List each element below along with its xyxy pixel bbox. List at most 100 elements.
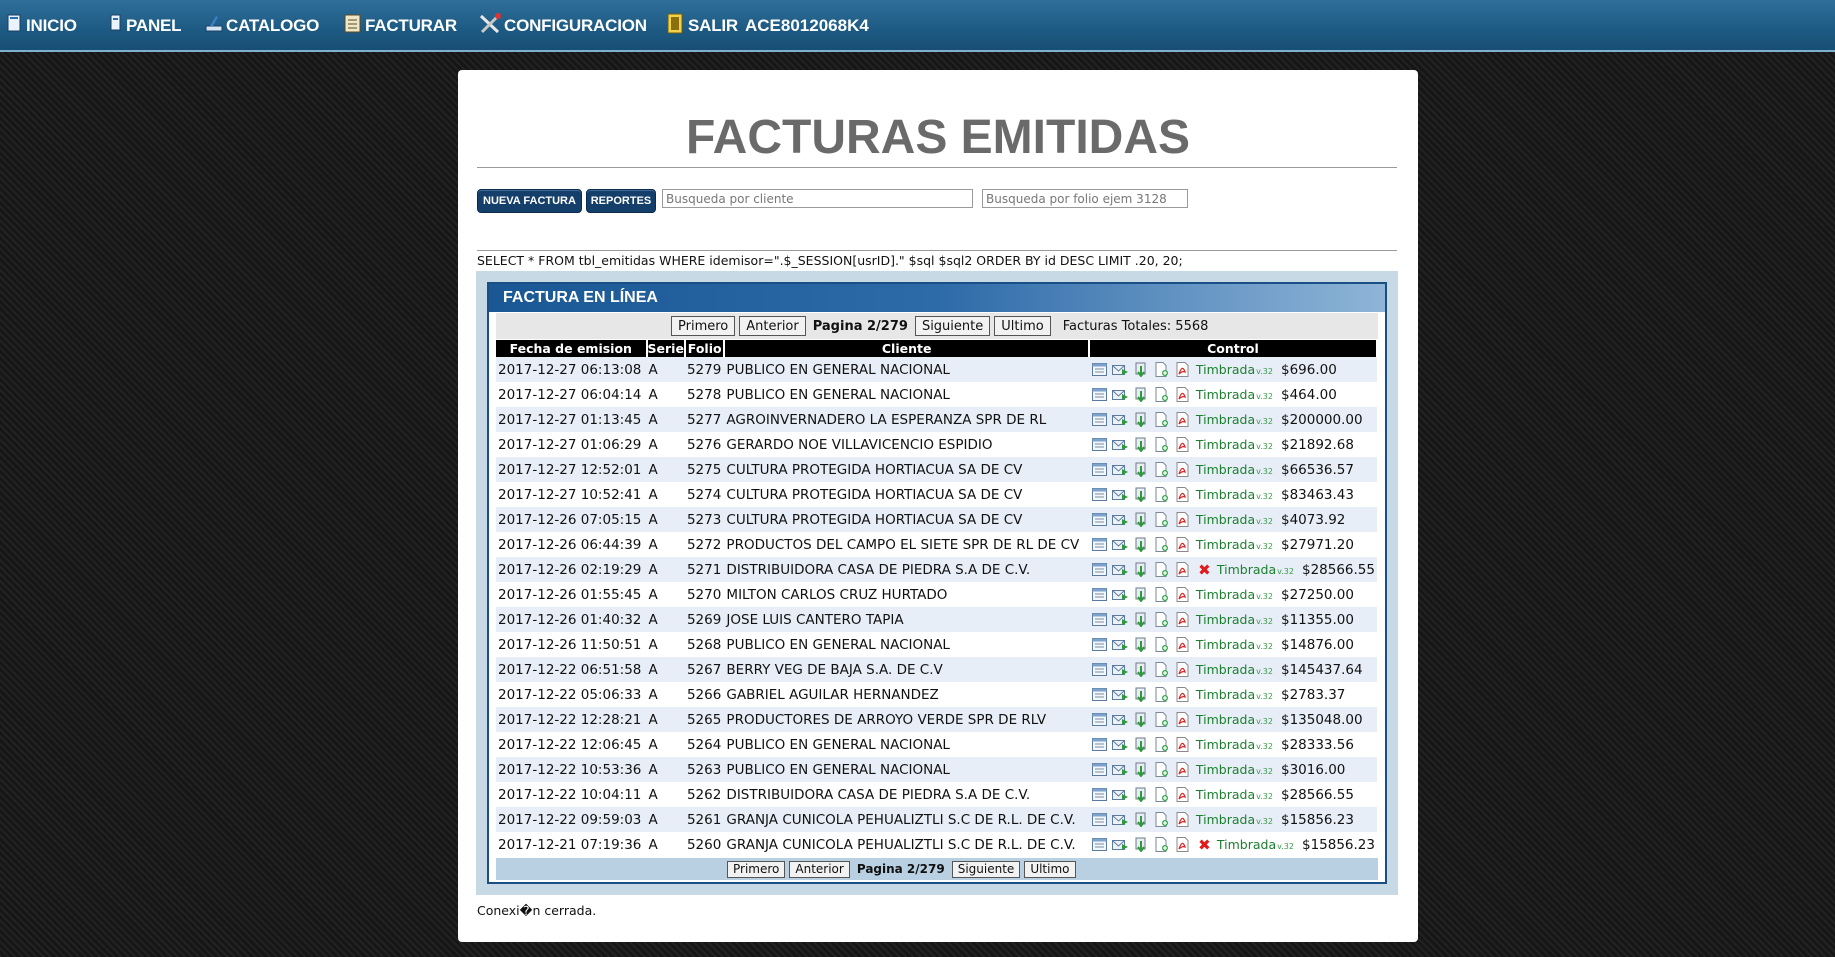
view-icon[interactable] — [1091, 711, 1108, 728]
xml-download-icon[interactable] — [1133, 436, 1150, 453]
nav-salir[interactable]: SALIR — [666, 13, 738, 38]
status-badge[interactable]: Timbradav.32 — [1217, 837, 1294, 852]
cancel-icon[interactable]: ✖ — [1196, 561, 1213, 579]
add-file-icon[interactable] — [1154, 386, 1171, 403]
email-icon[interactable] — [1111, 561, 1129, 578]
add-file-icon[interactable] — [1154, 786, 1171, 803]
pdf-icon[interactable] — [1175, 661, 1192, 678]
email-icon[interactable] — [1111, 386, 1129, 403]
view-icon[interactable] — [1091, 786, 1108, 803]
add-file-icon[interactable] — [1154, 536, 1171, 553]
col-cliente[interactable]: Cliente — [724, 340, 1090, 357]
pdf-icon[interactable] — [1175, 436, 1192, 453]
nav-panel[interactable]: PANEL — [108, 14, 182, 38]
pdf-icon[interactable] — [1175, 361, 1192, 378]
status-badge[interactable]: Timbradav.32 — [1196, 362, 1273, 377]
email-icon[interactable] — [1111, 636, 1129, 653]
add-file-icon[interactable] — [1154, 661, 1171, 678]
status-badge[interactable]: Timbradav.32 — [1196, 512, 1273, 527]
col-fecha[interactable]: Fecha de emision — [496, 340, 648, 357]
pager-next-button[interactable]: Siguiente — [914, 316, 991, 336]
add-file-icon[interactable] — [1154, 811, 1171, 828]
table-row[interactable]: 2017-12-21 07:19:36 A 5260 GRANJA CUNICOLA … — [496, 832, 1377, 857]
table-row[interactable]: 2017-12-27 10:52:41 A 5274 CULTURA PROTEGID… — [496, 482, 1377, 507]
view-icon[interactable] — [1091, 761, 1108, 778]
xml-download-icon[interactable] — [1133, 536, 1150, 553]
xml-download-icon[interactable] — [1133, 711, 1150, 728]
pdf-icon[interactable] — [1175, 686, 1192, 703]
xml-download-icon[interactable] — [1133, 686, 1150, 703]
pdf-icon[interactable] — [1175, 811, 1192, 828]
status-badge[interactable]: Timbradav.32 — [1196, 587, 1273, 602]
add-file-icon[interactable] — [1154, 411, 1171, 428]
pdf-icon[interactable] — [1175, 536, 1192, 553]
pdf-icon[interactable] — [1175, 461, 1192, 478]
view-icon[interactable] — [1091, 461, 1108, 478]
status-badge[interactable]: Timbradav.32 — [1196, 412, 1273, 427]
table-row[interactable]: 2017-12-22 12:06:45 A 5264 PUBLICO EN GENER… — [496, 732, 1377, 757]
view-icon[interactable] — [1091, 436, 1108, 453]
status-badge[interactable]: Timbradav.32 — [1196, 812, 1273, 827]
email-icon[interactable] — [1111, 461, 1129, 478]
status-badge[interactable]: Timbradav.32 — [1217, 562, 1294, 577]
view-icon[interactable] — [1091, 511, 1108, 528]
pdf-icon[interactable] — [1175, 711, 1192, 728]
pdf-icon[interactable] — [1175, 736, 1192, 753]
col-serie[interactable]: Serie — [646, 340, 686, 357]
view-icon[interactable] — [1091, 836, 1108, 853]
table-row[interactable]: 2017-12-26 02:19:29 A 5271 DISTRIBUIDORA CA… — [496, 557, 1377, 582]
xml-download-icon[interactable] — [1133, 736, 1150, 753]
add-file-icon[interactable] — [1154, 736, 1171, 753]
pager-first-button[interactable]: Primero — [671, 316, 736, 336]
status-badge[interactable]: Timbradav.32 — [1196, 537, 1273, 552]
status-badge[interactable]: Timbradav.32 — [1196, 637, 1273, 652]
table-row[interactable]: 2017-12-27 01:06:29 A 5276 GERARDO NOE VILL… — [496, 432, 1377, 457]
new-invoice-button[interactable]: NUEVA FACTURA — [477, 189, 582, 213]
col-folio[interactable]: Folio — [684, 340, 726, 357]
status-badge[interactable]: Timbradav.32 — [1196, 612, 1273, 627]
email-icon[interactable] — [1111, 761, 1129, 778]
email-icon[interactable] — [1111, 736, 1129, 753]
table-row[interactable]: 2017-12-26 01:40:32 A 5269 JOSE LUIS CANTER… — [496, 607, 1377, 632]
status-badge[interactable]: Timbradav.32 — [1196, 387, 1273, 402]
email-icon[interactable] — [1111, 836, 1129, 853]
view-icon[interactable] — [1091, 636, 1108, 653]
pager-prev-button[interactable]: Anterior — [789, 860, 850, 878]
table-row[interactable]: 2017-12-22 06:51:58 A 5267 BERRY VEG DE BAJ… — [496, 657, 1377, 682]
table-row[interactable]: 2017-12-26 11:50:51 A 5268 PUBLICO EN GENER… — [496, 632, 1377, 657]
table-row[interactable]: 2017-12-22 10:53:36 A 5263 PUBLICO EN GENER… — [496, 757, 1377, 782]
email-icon[interactable] — [1111, 536, 1129, 553]
status-badge[interactable]: Timbradav.32 — [1196, 712, 1273, 727]
add-file-icon[interactable] — [1154, 511, 1171, 528]
view-icon[interactable] — [1091, 536, 1108, 553]
email-icon[interactable] — [1111, 486, 1129, 503]
xml-download-icon[interactable] — [1133, 786, 1150, 803]
pdf-icon[interactable] — [1175, 561, 1192, 578]
pdf-icon[interactable] — [1175, 611, 1192, 628]
cancel-icon[interactable]: ✖ — [1196, 836, 1213, 854]
xml-download-icon[interactable] — [1133, 586, 1150, 603]
xml-download-icon[interactable] — [1133, 661, 1150, 678]
search-folio-input[interactable] — [982, 189, 1188, 208]
view-icon[interactable] — [1091, 411, 1108, 428]
table-row[interactable]: 2017-12-22 12:28:21 A 5265 PRODUCTORES DE A… — [496, 707, 1377, 732]
reports-button[interactable]: REPORTES — [586, 189, 656, 213]
xml-download-icon[interactable] — [1133, 836, 1150, 853]
nav-facturar[interactable]: FACTURAR — [343, 14, 457, 38]
status-badge[interactable]: Timbradav.32 — [1196, 662, 1273, 677]
pdf-icon[interactable] — [1175, 586, 1192, 603]
email-icon[interactable] — [1111, 436, 1129, 453]
status-badge[interactable]: Timbradav.32 — [1196, 462, 1273, 477]
xml-download-icon[interactable] — [1133, 386, 1150, 403]
pager-next-button[interactable]: Siguiente — [951, 860, 1021, 878]
add-file-icon[interactable] — [1154, 461, 1171, 478]
view-icon[interactable] — [1091, 361, 1108, 378]
view-icon[interactable] — [1091, 561, 1108, 578]
email-icon[interactable] — [1111, 811, 1129, 828]
email-icon[interactable] — [1111, 511, 1129, 528]
email-icon[interactable] — [1111, 711, 1129, 728]
xml-download-icon[interactable] — [1133, 511, 1150, 528]
view-icon[interactable] — [1091, 736, 1108, 753]
email-icon[interactable] — [1111, 411, 1129, 428]
table-row[interactable]: 2017-12-27 06:13:08 A 5279 PUBLICO EN GENER… — [496, 357, 1377, 382]
